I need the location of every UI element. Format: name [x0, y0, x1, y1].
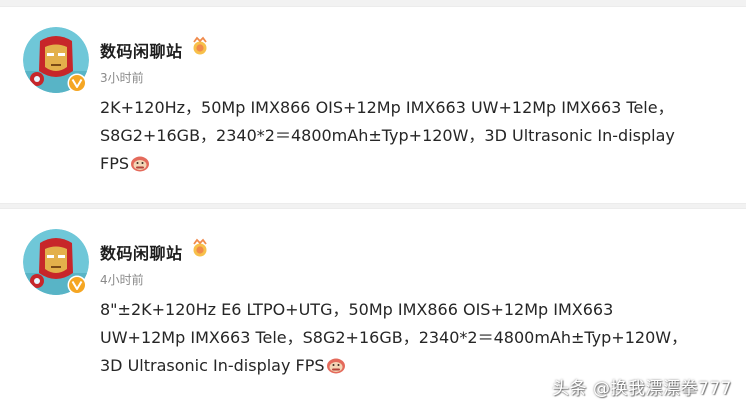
feed-post: 数码闲聊站 3小时前 2K+120Hz，50Mp IMX866 OIS+12Mp… — [0, 7, 746, 203]
avatar[interactable] — [23, 27, 89, 93]
weibo-feed: 数码闲聊站 3小时前 2K+120Hz，50Mp IMX866 OIS+12Mp… — [0, 0, 746, 411]
post-text-fragment: 3D Ultrasonic In-display FPS — [100, 356, 325, 375]
fan-medal-icon[interactable] — [190, 238, 210, 258]
doge-emoji-icon — [131, 156, 150, 172]
post-text: 8"±2K+120Hz E6 LTPO+UTG，50Mp IMX866 OIS+… — [100, 296, 720, 380]
verified-badge-icon — [67, 275, 87, 295]
post-text: 2K+120Hz，50Mp IMX866 OIS+12Mp IMX663 UW+… — [100, 94, 720, 178]
post-timestamp[interactable]: 4小时前 — [100, 271, 144, 288]
post-text-line: UW+12Mp IMX663 Tele，S8G2+16GB，2340*2＝480… — [100, 328, 688, 347]
doge-emoji-icon — [326, 358, 345, 374]
verified-badge-icon — [67, 73, 87, 93]
post-timestamp[interactable]: 3小时前 — [100, 69, 144, 86]
feed-separator — [0, 0, 746, 7]
post-text-line: 8"±2K+120Hz E6 LTPO+UTG，50Mp IMX866 OIS+… — [100, 300, 614, 319]
author-name[interactable]: 数码闲聊站 — [100, 240, 183, 264]
post-text-line: S8G2+16GB，2340*2＝4800mAh±Typ+120W，3D Ult… — [100, 126, 675, 145]
author-name[interactable]: 数码闲聊站 — [100, 38, 183, 62]
post-text-fragment: FPS — [100, 154, 130, 173]
post-text-line: 2K+120Hz，50Mp IMX866 OIS+12Mp IMX663 UW+… — [100, 98, 674, 117]
feed-post: 数码闲聊站 4小时前 8"±2K+120Hz E6 LTPO+UTG，50Mp … — [0, 209, 746, 411]
avatar[interactable] — [23, 229, 89, 295]
fan-medal-icon[interactable] — [190, 36, 210, 56]
post-text-line-with-emoji: FPS — [100, 150, 720, 178]
watermark: 头条 @换我漂漂拳777 — [552, 379, 732, 399]
